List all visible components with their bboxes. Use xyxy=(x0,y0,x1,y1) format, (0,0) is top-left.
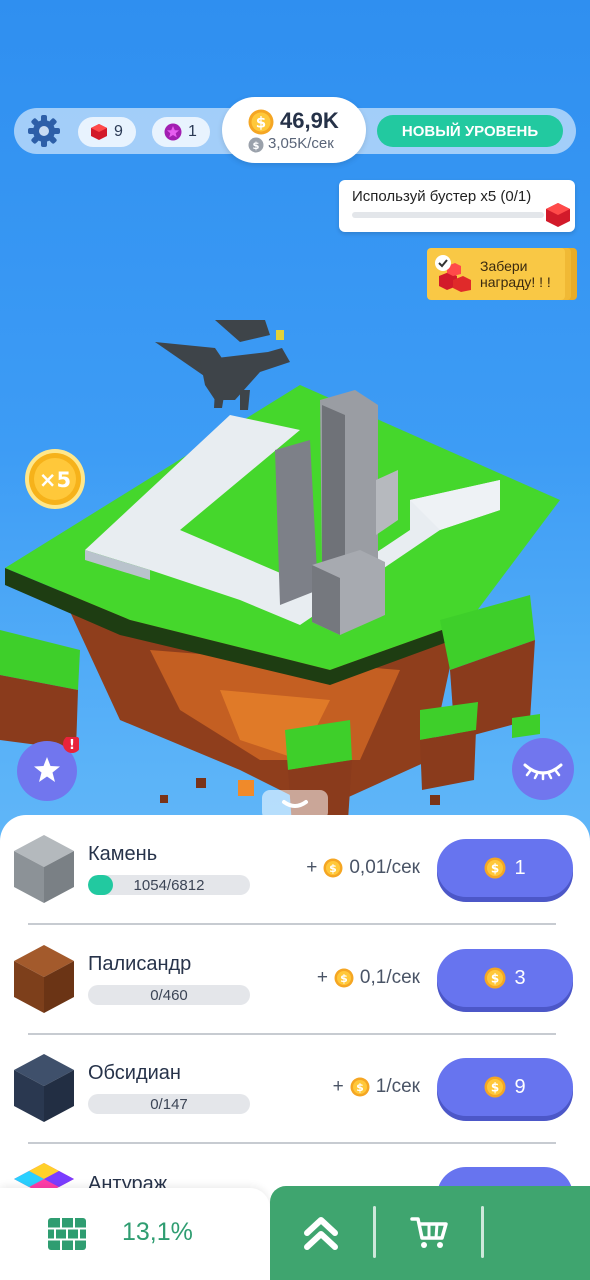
reward-marks: ! ! xyxy=(539,274,551,290)
red-gem-icon xyxy=(546,203,570,227)
block-progress-bar: 0/147 xyxy=(88,1094,250,1114)
hide-ui-eye-button[interactable] xyxy=(510,737,576,801)
gold-coin-icon: $ xyxy=(484,857,506,879)
silver-coin-icon: $ xyxy=(248,137,264,153)
money-display: $ 46,9K $ 3,05K/сек xyxy=(222,97,366,163)
stars-counter[interactable]: 1 xyxy=(152,117,210,147)
shop-cart-icon[interactable] xyxy=(410,1216,448,1250)
block-name: Палисандр xyxy=(88,953,192,975)
block-progress-text: 0/147 xyxy=(150,1096,188,1113)
gems-counter[interactable]: 9 xyxy=(78,117,136,147)
gems-value: 9 xyxy=(114,123,123,140)
new-level-button[interactable]: НОВЫЙ УРОВЕНЬ xyxy=(377,115,563,147)
income-value: 0,1/сек xyxy=(359,967,420,988)
block-income: + $ 0,1/сек xyxy=(317,967,420,989)
upgrade-chevrons-icon[interactable] xyxy=(302,1214,340,1252)
quest-progress-bar xyxy=(352,212,544,218)
income-plus: + xyxy=(332,1076,344,1097)
svg-text:$: $ xyxy=(340,972,348,985)
gold-coin-icon: $ xyxy=(323,858,343,878)
reward-text: Забери награду! ! ! xyxy=(480,258,551,290)
gold-coin-icon: $ xyxy=(484,967,506,989)
income-plus: + xyxy=(316,967,328,988)
svg-text:$: $ xyxy=(256,114,266,132)
nav-separator xyxy=(481,1206,484,1258)
gold-coin-icon: $ xyxy=(334,968,354,988)
nav-separator xyxy=(373,1206,376,1258)
block-name: Камень xyxy=(88,843,158,865)
block-row-rosewood: Палисандр 0/460 + $ 0,1/сек $ 3 xyxy=(0,925,590,1033)
money-rate: 3,05K/сек xyxy=(268,135,334,152)
buy-price: 9 xyxy=(514,1075,526,1098)
block-progress-text: 1054/6812 xyxy=(133,877,205,894)
rosewood-block-icon xyxy=(14,945,74,1013)
svg-text:$: $ xyxy=(330,862,338,875)
brick-wall-icon xyxy=(48,1218,86,1250)
gold-coin-icon: $ xyxy=(350,1077,370,1097)
gem-pile-icon xyxy=(435,255,471,292)
buy-price: 1 xyxy=(514,856,526,879)
block-row-obsidian: Обсидиан 0/147 + $ 1/сек $ 9 xyxy=(0,1034,590,1142)
svg-text:$: $ xyxy=(491,972,499,986)
buy-button[interactable]: $ 1 xyxy=(437,839,573,897)
buy-price: 3 xyxy=(514,966,526,989)
block-progress-text: 0/460 xyxy=(150,987,188,1004)
favorites-star-button[interactable]: ! xyxy=(15,737,79,801)
gold-coin-icon: $ xyxy=(248,109,274,135)
svg-text:$: $ xyxy=(253,141,260,152)
money-value: 46,9K xyxy=(280,108,339,133)
block-progress-bar: 0/460 xyxy=(88,985,250,1005)
block-income: + $ 0,01/сек xyxy=(306,857,420,879)
purple-star-icon xyxy=(164,123,182,141)
buy-button[interactable]: $ 9 xyxy=(437,1058,573,1116)
block-income: + $ 1/сек xyxy=(333,1076,420,1098)
block-name: Обсидиан xyxy=(88,1062,181,1084)
income-value: 0,01/сек xyxy=(349,857,420,878)
dragon xyxy=(155,320,290,410)
island-scene xyxy=(0,320,560,825)
income-plus: + xyxy=(306,857,318,878)
obsidian-block-icon xyxy=(14,1054,74,1122)
x5-booster-button[interactable]: ×5 xyxy=(24,448,86,510)
red-gem-icon xyxy=(91,124,107,140)
settings-gear-icon[interactable] xyxy=(26,113,62,149)
row-divider xyxy=(28,1142,556,1144)
block-row-stone: Камень 1054/6812 + $ 0,01/сек $ 1 xyxy=(0,815,590,923)
quest-card[interactable]: Используй бустер x5 (0/1) xyxy=(339,180,575,232)
income-value: 1/сек xyxy=(375,1076,420,1097)
svg-text:!: ! xyxy=(69,738,75,753)
svg-text:$: $ xyxy=(356,1081,364,1094)
x5-label: ×5 xyxy=(39,468,71,492)
completion-percent: 13,1% xyxy=(122,1218,193,1246)
buy-button[interactable]: $ 3 xyxy=(437,949,573,1007)
stars-value: 1 xyxy=(188,123,197,140)
quest-text: Используй бустер x5 (0/1) xyxy=(352,188,532,205)
gold-coin-icon: $ xyxy=(484,1076,506,1098)
panel-collapse-handle[interactable] xyxy=(262,790,328,820)
bottom-nav xyxy=(270,1186,590,1280)
completion-display: 13,1% xyxy=(0,1188,270,1280)
stone-block-icon xyxy=(14,835,74,903)
block-progress-bar: 1054/6812 xyxy=(88,875,250,895)
svg-text:$: $ xyxy=(491,1081,499,1095)
claim-reward-card[interactable]: Забери награду! ! ! xyxy=(427,248,565,300)
svg-text:$: $ xyxy=(491,862,499,876)
